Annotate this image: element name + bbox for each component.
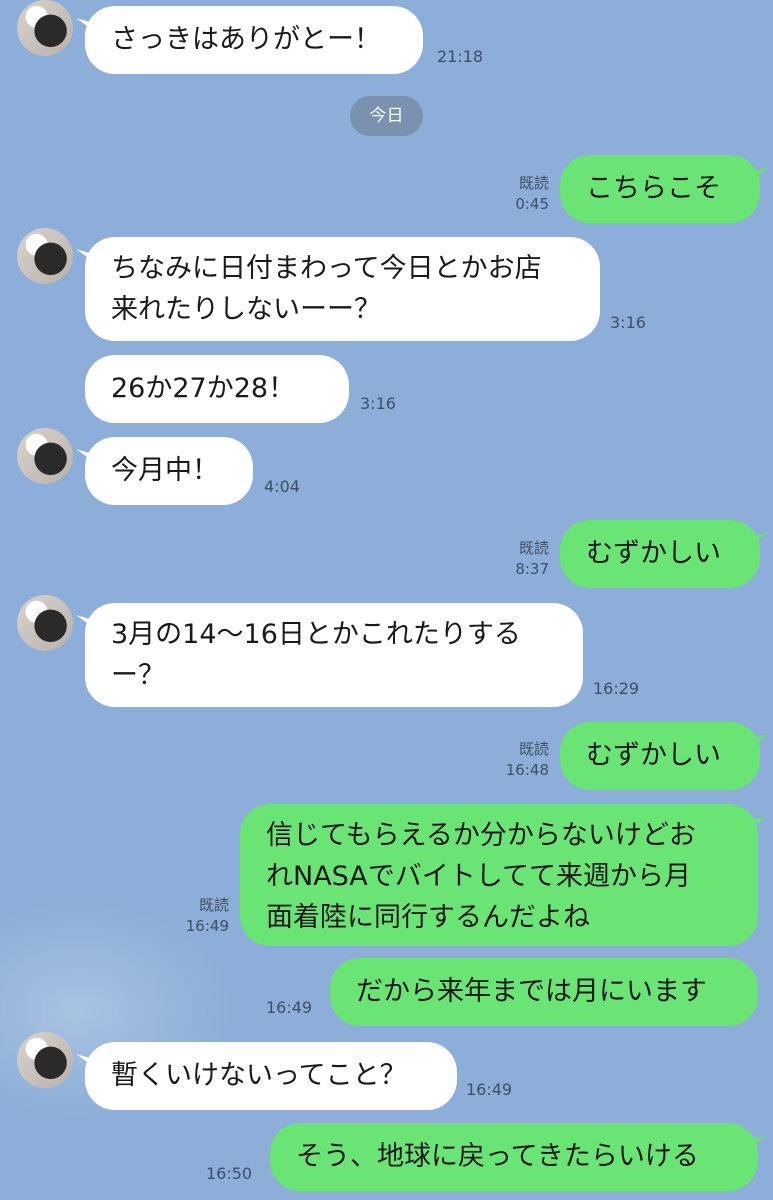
contact-avatar[interactable]: [17, 0, 73, 56]
read-label: 既読: [518, 740, 549, 758]
message-time: 3:16: [610, 313, 646, 332]
message-time: 16:49: [466, 1080, 513, 1099]
read-label: 既読: [518, 174, 549, 192]
message-bubble-outgoing: むずかしい: [560, 722, 760, 790]
message-time: 16:29: [593, 679, 640, 698]
message-bubble-outgoing: こちらこそ: [560, 155, 760, 223]
message-bubble-incoming: さっきはありがとー！: [85, 6, 423, 74]
contact-avatar[interactable]: [17, 595, 73, 651]
read-label: 既読: [198, 896, 229, 914]
contact-avatar[interactable]: [17, 1032, 73, 1088]
read-receipt: 既読 8:37: [490, 538, 549, 580]
read-label: 既読: [518, 539, 549, 557]
contact-avatar[interactable]: [17, 228, 73, 284]
date-divider: 今日: [350, 96, 423, 136]
message-bubble-outgoing: だから来年までは月にいます: [330, 958, 758, 1026]
message-bubble-outgoing: そう、地球に戻ってきたらいける: [270, 1123, 758, 1191]
message-time: 21:18: [437, 47, 484, 66]
message-time: 8:37: [515, 560, 549, 578]
contact-avatar[interactable]: [17, 428, 73, 484]
message-time: 16:49: [185, 917, 229, 935]
read-receipt: 既読 16:48: [490, 739, 549, 781]
message-bubble-incoming: 今月中！: [85, 437, 253, 505]
message-bubble-incoming: 暫くいけないってこと？: [85, 1042, 457, 1110]
message-time: 4:04: [264, 477, 300, 496]
message-time: 16:49: [266, 998, 313, 1017]
message-bubble-incoming: 26か27か28！: [85, 355, 349, 423]
message-bubble-incoming: 3月の14〜16日とかこれたりする ー？: [85, 603, 583, 707]
message-bubble-outgoing: むずかしい: [560, 520, 760, 588]
read-receipt: 既読 16:49: [170, 895, 229, 937]
message-bubble-outgoing: 信じてもらえるか分からないけどお れNASAでバイトしてて来週から月 面着陸に同…: [240, 804, 758, 946]
read-receipt: 既読 0:45: [490, 173, 549, 215]
message-time: 0:45: [515, 195, 549, 213]
message-time: 16:48: [505, 761, 549, 779]
message-bubble-incoming: ちなみに日付まわって今日とかお店 来れたりしないーー？: [85, 237, 600, 341]
message-time: 3:16: [360, 394, 396, 413]
message-time: 16:50: [206, 1164, 253, 1183]
